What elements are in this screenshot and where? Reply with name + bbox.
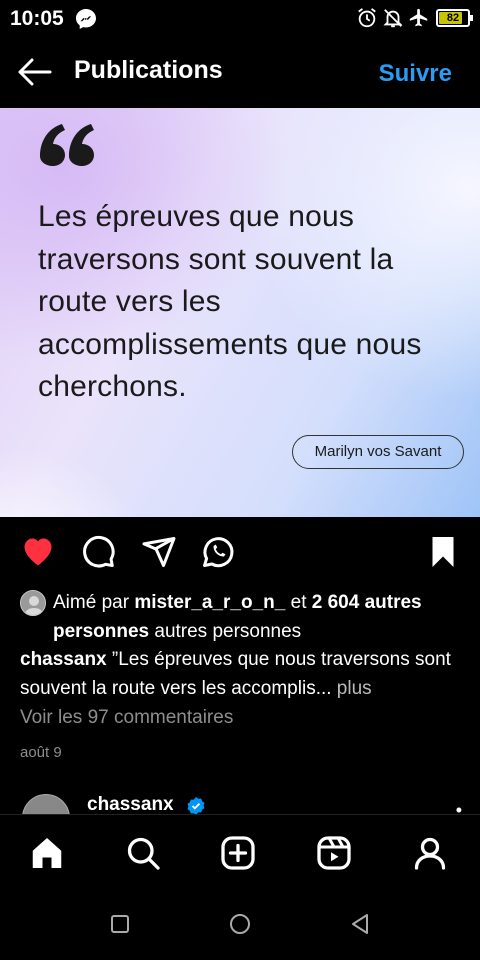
back-triangle-icon[interactable] <box>348 912 372 936</box>
battery-tip <box>470 15 473 21</box>
next-post-header: chassanx • <box>0 790 480 814</box>
more-options-icon[interactable]: • <box>456 800 462 814</box>
bottom-nav <box>0 814 480 892</box>
post-caption: chassanx ”Les épreuves que nous traverso… <box>20 645 470 703</box>
likes-connector: et <box>285 592 312 613</box>
quote-text: Les épreuves que nous traversons sont so… <box>38 200 422 403</box>
view-comments-link[interactable]: Voir les 97 commentaires <box>20 707 233 729</box>
app-header: Publications Suivre <box>0 38 480 108</box>
profile-icon[interactable] <box>412 835 448 871</box>
status-icons: 82 <box>356 7 473 29</box>
liker-avatar[interactable] <box>20 590 46 616</box>
heart-icon[interactable] <box>20 534 56 570</box>
share-icon[interactable] <box>141 534 177 570</box>
add-post-icon[interactable] <box>220 835 256 871</box>
likes-text[interactable]: Aimé par mister_a_r_o_n_ et 2 604 autres… <box>20 588 470 646</box>
battery-indicator: 82 <box>436 9 473 27</box>
likes-summary: Aimé par mister_a_r_o_n_ et 2 604 autres… <box>20 588 470 646</box>
liker-username[interactable]: mister_a_r_o_n_ <box>134 592 285 613</box>
messenger-icon <box>76 9 96 29</box>
post-date: août 9 <box>20 744 62 761</box>
alarm-icon <box>358 8 376 28</box>
post-image[interactable]: Les épreuves que nous traversons sont so… <box>0 108 480 517</box>
next-post-avatar[interactable] <box>22 794 70 814</box>
page-title: Publications <box>74 56 223 84</box>
quote-author: Marilyn vos Savant <box>292 435 464 469</box>
follow-button[interactable]: Suivre <box>379 60 452 88</box>
caption-username[interactable]: chassanx <box>20 649 107 670</box>
battery-percent: 82 <box>446 12 460 24</box>
whatsapp-icon[interactable] <box>200 534 236 570</box>
likes-prefix: Aimé par <box>53 592 135 613</box>
reels-icon[interactable] <box>316 835 352 871</box>
next-post-username[interactable]: chassanx <box>87 794 174 814</box>
caption-more-link[interactable]: plus <box>332 678 372 699</box>
airplane-icon <box>409 8 428 27</box>
likes-suffix: autres personnes <box>149 621 302 642</box>
mute-bell-icon <box>383 9 403 28</box>
verified-badge-icon <box>187 797 205 814</box>
status-bar: 10:05 82 <box>0 0 480 38</box>
status-time: 10:05 <box>10 7 64 30</box>
quote-mark-icon <box>40 124 94 166</box>
search-icon[interactable] <box>125 835 161 871</box>
post-actions <box>0 532 480 576</box>
recent-apps-icon[interactable] <box>108 912 132 936</box>
comment-icon[interactable] <box>80 534 116 570</box>
home-circle-icon[interactable] <box>228 912 252 936</box>
system-nav-bar <box>0 892 480 960</box>
home-icon[interactable] <box>29 835 65 871</box>
back-arrow-icon[interactable] <box>14 52 54 92</box>
bookmark-icon[interactable] <box>425 534 461 570</box>
